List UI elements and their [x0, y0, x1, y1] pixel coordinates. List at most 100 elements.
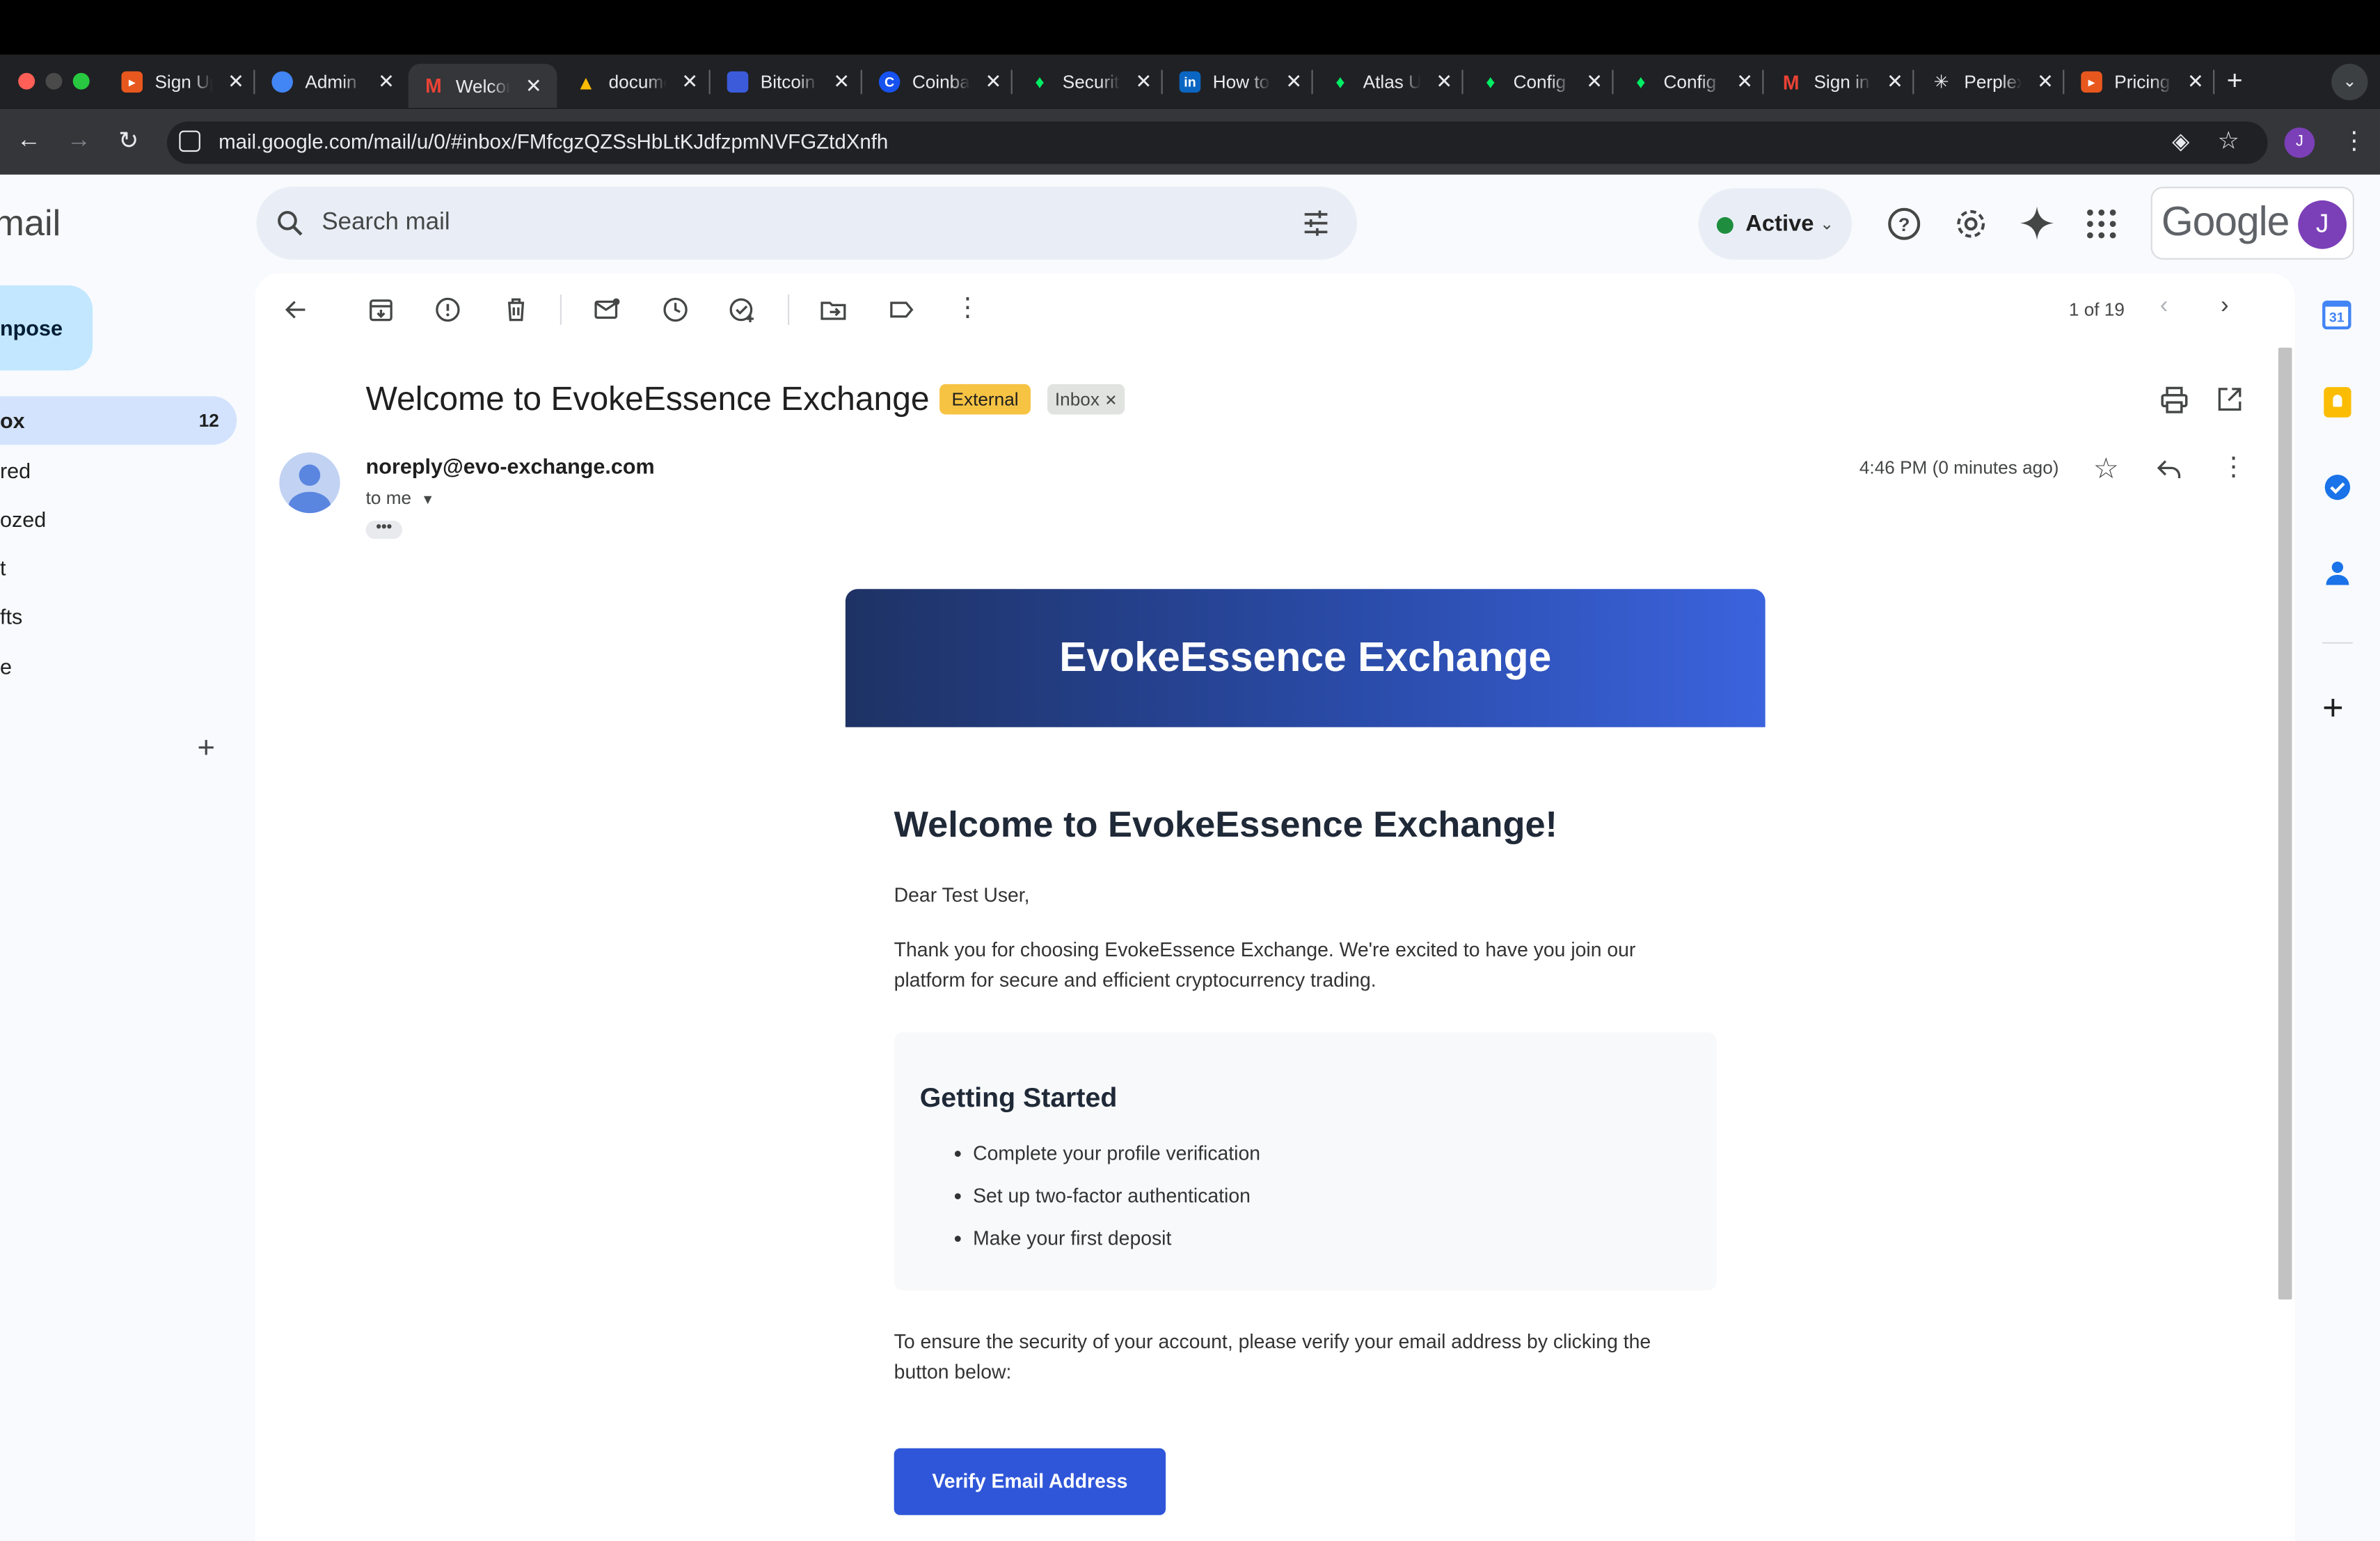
back-icon[interactable]: ←	[17, 127, 41, 155]
tab-title: Sign Up	[154, 71, 212, 93]
delete-icon[interactable]	[502, 296, 530, 323]
sidebar-item-sent[interactable]: t	[0, 555, 6, 580]
close-tab-icon[interactable]: ✕	[378, 70, 395, 94]
scrollbar-thumb[interactable]	[2278, 347, 2292, 1300]
settings-gear-icon[interactable]	[1953, 207, 1988, 242]
close-tab-icon[interactable]: ✕	[681, 70, 698, 94]
apps-grid-icon[interactable]	[2086, 208, 2118, 240]
browser-menu-icon[interactable]: ⋮	[2342, 126, 2366, 157]
browser-tab[interactable]: ✳ Perplexity ✕	[1930, 61, 2054, 103]
step-item: Complete your profile verification	[973, 1141, 1261, 1164]
close-tab-icon[interactable]: ✕	[1135, 70, 1152, 94]
close-tab-icon[interactable]: ✕	[985, 70, 1002, 94]
calendar-icon[interactable]: 31	[2322, 300, 2351, 330]
help-icon[interactable]: ?	[1887, 207, 1921, 242]
account-avatar[interactable]: J	[2298, 200, 2347, 249]
new-tab-icon[interactable]: +	[2227, 65, 2243, 97]
bookmark-star-icon[interactable]: ☆	[2218, 126, 2239, 157]
back-to-inbox-icon[interactable]	[283, 296, 310, 323]
tab-divider	[2213, 70, 2215, 95]
reply-icon[interactable]	[2155, 455, 2182, 482]
browser-tab[interactable]: ♦ Atlas U ✕	[1330, 61, 1452, 103]
add-task-icon[interactable]	[729, 296, 756, 323]
tab-divider	[1612, 70, 1614, 95]
close-tab-icon[interactable]: ✕	[1887, 70, 1903, 94]
browser-tab[interactable]: M Sign in ✕	[1780, 61, 1903, 103]
search-input[interactable]: Search mail	[322, 210, 450, 237]
url-text[interactable]: mail.google.com/mail/u/0/#inbox/FMfcgzQZ…	[219, 131, 888, 154]
show-trimmed-content-button[interactable]: •••	[365, 520, 402, 539]
archive-icon[interactable]	[367, 296, 395, 323]
close-tab-icon[interactable]: ✕	[525, 74, 542, 98]
profile-avatar[interactable]: J	[2284, 127, 2315, 158]
browser-tab[interactable]: C Coinbase ✕	[878, 61, 1002, 103]
remove-label-icon[interactable]: ✕	[1104, 393, 1117, 410]
browser-tab[interactable]: in How to ✕	[1179, 61, 1302, 103]
report-spam-icon[interactable]	[434, 296, 461, 323]
browser-tab-active[interactable]: M Welcome ✕	[408, 63, 557, 108]
browser-tab[interactable]: ▸ Pricing ✕	[2081, 61, 2204, 103]
label-icon[interactable]	[888, 296, 915, 323]
gmail-logo[interactable]: mail	[0, 203, 61, 246]
inbox-label-chip[interactable]: Inbox ✕	[1047, 384, 1125, 415]
sidebar-item-snoozed[interactable]: ozed	[0, 507, 46, 531]
browser-tab[interactable]: ▸ Sign Up ✕	[121, 61, 244, 103]
tasks-icon[interactable]	[2322, 472, 2353, 503]
browser-tab[interactable]: ♦ Config ✕	[1480, 61, 1603, 103]
gemini-sparkle-icon[interactable]	[2019, 205, 2055, 241]
browser-tab[interactable]: ♦ Config ✕	[1631, 61, 1753, 103]
older-chevron-icon[interactable]: ›	[2221, 293, 2248, 320]
sender-avatar[interactable]	[279, 452, 340, 514]
reload-icon[interactable]: ↻	[118, 126, 138, 157]
verify-email-button[interactable]: Verify Email Address	[894, 1448, 1166, 1515]
get-addons-icon[interactable]: +	[2322, 688, 2344, 730]
close-tab-icon[interactable]: ✕	[833, 70, 850, 94]
close-tab-icon[interactable]: ✕	[1586, 70, 1603, 94]
more-options-icon[interactable]: ⋮	[955, 293, 982, 322]
rail-divider	[2322, 642, 2353, 644]
tab-title: Perplexity	[1964, 71, 2022, 93]
sidebar-item-starred[interactable]: red	[0, 459, 31, 483]
newer-chevron-icon[interactable]: ‹	[2160, 293, 2187, 320]
close-tab-icon[interactable]: ✕	[1436, 70, 1452, 94]
sidebar-item-drafts[interactable]: fts	[0, 604, 22, 629]
message-more-icon[interactable]: ⋮	[2221, 452, 2246, 483]
close-window-button[interactable]	[18, 72, 35, 90]
move-to-icon[interactable]	[820, 296, 847, 323]
details-dropdown-icon[interactable]: ▼	[421, 492, 434, 507]
maximize-window-button[interactable]	[72, 72, 90, 90]
chevron-down-icon: ⌄	[1820, 215, 1834, 234]
tab-search-icon[interactable]: ⌄	[2331, 63, 2368, 100]
site-info-icon[interactable]	[179, 130, 200, 152]
star-icon[interactable]: ☆	[2093, 452, 2119, 487]
print-icon[interactable]	[2160, 386, 2189, 414]
bullet	[954, 1235, 961, 1242]
snooze-clock-icon[interactable]	[662, 296, 689, 323]
mark-unread-icon[interactable]	[594, 296, 621, 323]
banner-title: EvokeEssence Exchange	[1059, 634, 1552, 681]
minimize-window-button[interactable]	[45, 72, 63, 90]
contacts-icon[interactable]	[2322, 557, 2353, 587]
open-new-window-icon[interactable]	[2216, 386, 2243, 413]
sender-email[interactable]: noreply@evo-exchange.com	[366, 454, 655, 478]
search-icon[interactable]	[275, 208, 306, 239]
sidebar-item-more[interactable]: e	[0, 654, 12, 679]
status-dot	[1716, 216, 1734, 234]
forward-icon[interactable]: →	[67, 127, 91, 155]
tab-title: Admin	[305, 71, 357, 93]
recipient-label[interactable]: to me ▼	[366, 487, 435, 509]
close-tab-icon[interactable]: ✕	[2187, 70, 2204, 94]
add-label-icon[interactable]: +	[198, 732, 215, 766]
search-options-icon[interactable]	[1301, 208, 1331, 239]
lens-icon[interactable]: ◈	[2172, 127, 2189, 155]
tab-divider	[1311, 70, 1313, 95]
close-tab-icon[interactable]: ✕	[228, 70, 244, 94]
tab-title: How to	[1212, 71, 1270, 93]
close-tab-icon[interactable]: ✕	[1285, 70, 1302, 94]
browser-tab[interactable]: Bitcoin ✕	[727, 61, 850, 103]
browser-tab[interactable]: ♦ Security ✕	[1029, 61, 1152, 103]
browser-tab[interactable]: ▲ document ✕	[576, 61, 698, 103]
close-tab-icon[interactable]: ✕	[2037, 70, 2054, 94]
browser-tab[interactable]: Admin ✕	[271, 61, 395, 103]
close-tab-icon[interactable]: ✕	[1736, 70, 1753, 94]
